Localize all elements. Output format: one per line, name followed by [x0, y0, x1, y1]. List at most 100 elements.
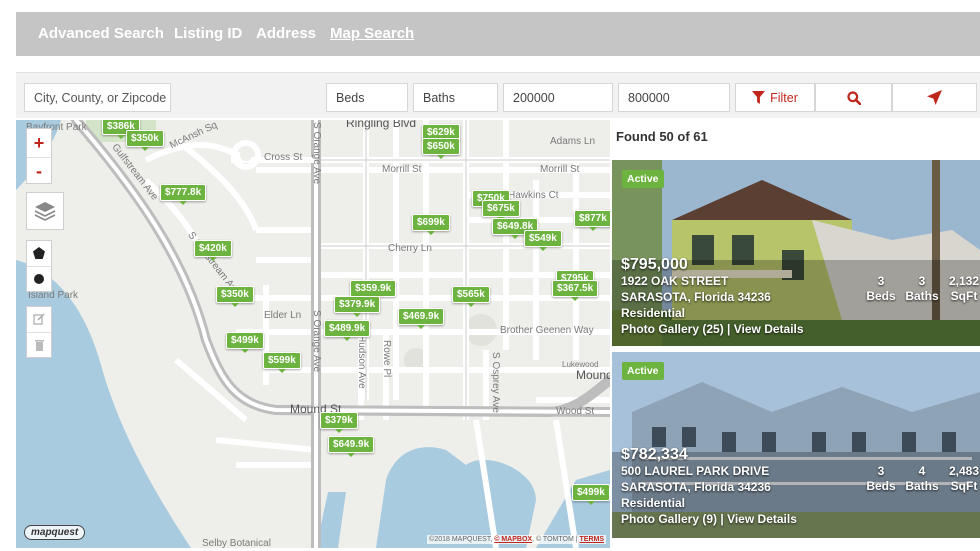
price-pin[interactable]: $420k	[194, 240, 232, 261]
beds-label: Beds	[866, 479, 896, 493]
listing-type: Residential	[621, 496, 686, 510]
baths-count: 3	[918, 274, 926, 288]
listing-links: Photo Gallery (9) | View Details	[621, 512, 797, 526]
polygon-icon	[33, 247, 45, 260]
filter-button[interactable]: Filter	[735, 83, 815, 112]
street-morrill-2: Morrill St	[540, 164, 580, 175]
price-pin[interactable]: $699k	[412, 214, 450, 235]
street-cross: Cross St	[264, 152, 303, 163]
street-osprey: S Osprey Ave	[490, 352, 501, 413]
price-pin[interactable]: $379.9k	[334, 296, 381, 317]
listing-price: $795,000	[621, 256, 688, 273]
listing-city: SARASOTA, Florida 34236	[621, 480, 771, 494]
zoom-out-button[interactable]: -	[27, 157, 51, 185]
locate-button[interactable]	[892, 83, 977, 112]
price-pin[interactable]: $650k	[422, 138, 460, 159]
sqft-label: SqFt	[950, 479, 978, 493]
status-badge: Active	[622, 170, 664, 188]
street-morrill-1: Morrill St	[382, 164, 422, 175]
baths-label: Baths	[905, 479, 939, 493]
beds-label: Beds	[866, 289, 896, 303]
baths-stat: 4 Baths	[902, 464, 942, 494]
tab-map-search[interactable]: Map Search	[330, 25, 414, 42]
place-selby: Selby Botanical	[202, 538, 271, 548]
beds-count: 3	[877, 464, 885, 478]
street-brother-geenen: Brother Geenen Way	[500, 325, 594, 336]
tab-address[interactable]: Address	[256, 25, 316, 42]
layers-button[interactable]	[26, 192, 64, 230]
delete-shape-button[interactable]	[27, 331, 51, 357]
baths-label: Baths	[905, 289, 939, 303]
link-separator: |	[723, 322, 734, 336]
zoom-control: + -	[26, 128, 52, 184]
baths-stat: 3 Baths	[902, 274, 942, 304]
circle-icon	[34, 273, 44, 284]
status-badge: Active	[622, 362, 664, 380]
draw-polygon-button[interactable]	[33, 241, 45, 266]
photo-gallery-link[interactable]: Photo Gallery (25)	[621, 322, 724, 336]
location-input[interactable]: City, County, or Zipcode	[24, 83, 171, 112]
price-pin[interactable]: $499k	[572, 484, 610, 505]
listing-address: 1922 OAK STREET	[621, 274, 729, 288]
layers-icon	[34, 202, 56, 221]
price-pin[interactable]: $777.8k	[160, 184, 207, 205]
listing-type: Residential	[621, 306, 686, 320]
price-pin[interactable]: $599k	[263, 352, 301, 373]
edit-shape-button[interactable]	[33, 307, 45, 332]
search-bar: City, County, or Zipcode Beds Baths 2000…	[16, 72, 980, 118]
tab-listing-id[interactable]: Listing ID	[174, 25, 242, 42]
price-pin[interactable]: $367.5k	[552, 280, 599, 301]
sqft-label: SqFt	[950, 289, 978, 303]
edit-toolbar	[26, 306, 52, 358]
street-adams: Adams Ln	[550, 136, 596, 147]
listing-links: Photo Gallery (25) | View Details	[621, 322, 804, 336]
link-separator: |	[717, 512, 728, 526]
draw-toolbar	[26, 240, 52, 292]
price-pin[interactable]: $350k	[126, 130, 164, 151]
edit-icon	[33, 313, 45, 326]
price-pin[interactable]: $350k	[216, 286, 254, 307]
beds-stat: 3 Beds	[864, 274, 898, 304]
listing-address: 500 LAUREL PARK DRIVE	[621, 464, 770, 478]
price-pin[interactable]: $359.9k	[350, 280, 397, 301]
beds-count: 3	[877, 274, 885, 288]
price-pin[interactable]: $877k	[574, 210, 610, 231]
price-pin[interactable]: $649.9k	[328, 436, 375, 457]
search-button[interactable]	[815, 83, 892, 112]
street-cherry: Cherry Ln	[388, 243, 432, 254]
street-hudson: Hudson Ave	[356, 335, 367, 389]
price-pin[interactable]: $675k	[482, 200, 520, 221]
price-pin[interactable]: $379k	[320, 412, 358, 433]
baths-count: 4	[918, 464, 926, 478]
min-price-input[interactable]: 200000	[503, 83, 613, 112]
baths-select[interactable]: Baths	[413, 83, 498, 112]
results-panel: Found 50 of 61 Active $795,000 1922 OAK …	[610, 120, 980, 551]
filter-label: Filter	[770, 90, 798, 105]
view-details-link[interactable]: View Details	[727, 512, 797, 526]
price-pin[interactable]: $565k	[452, 286, 490, 307]
map-view[interactable]: Ringling Blvd Cross St Morrill St Morril…	[16, 120, 610, 548]
listing-card[interactable]: Active $795,000 1922 OAK STREET SARASOTA…	[612, 160, 980, 346]
draw-circle-button[interactable]	[27, 265, 51, 291]
mapbox-link[interactable]: © MAPBOX	[494, 536, 532, 543]
street-orange-2: S Orange Ave	[311, 310, 322, 373]
sqft-count: 2,483	[948, 464, 980, 478]
street-rowe: Rowe Pl	[381, 340, 392, 378]
beds-select[interactable]: Beds	[326, 83, 408, 112]
price-pin[interactable]: $489.9k	[324, 320, 371, 341]
sqft-stat: 2,483 SqFt	[944, 464, 980, 494]
trash-icon	[34, 339, 44, 351]
price-pin[interactable]: $469.9k	[398, 308, 445, 329]
listing-card[interactable]: Active $782,334 500 LAUREL PARK DRIVE SA…	[612, 352, 980, 538]
price-pin[interactable]: $549k	[524, 230, 562, 251]
funnel-icon	[752, 91, 766, 104]
price-pin[interactable]: $499k	[226, 332, 264, 353]
photo-gallery-link[interactable]: Photo Gallery (9)	[621, 512, 717, 526]
zoom-in-button[interactable]: +	[27, 129, 51, 157]
view-details-link[interactable]: View Details	[734, 322, 804, 336]
terms-link[interactable]: TERMS	[580, 536, 605, 543]
attribution-text: ©2018 MAPQUEST,	[429, 536, 495, 543]
max-price-input[interactable]: 800000	[618, 83, 730, 112]
attribution-tomtom: , © TOMTOM |	[532, 536, 580, 543]
tab-advanced-search[interactable]: Advanced Search	[38, 25, 164, 42]
